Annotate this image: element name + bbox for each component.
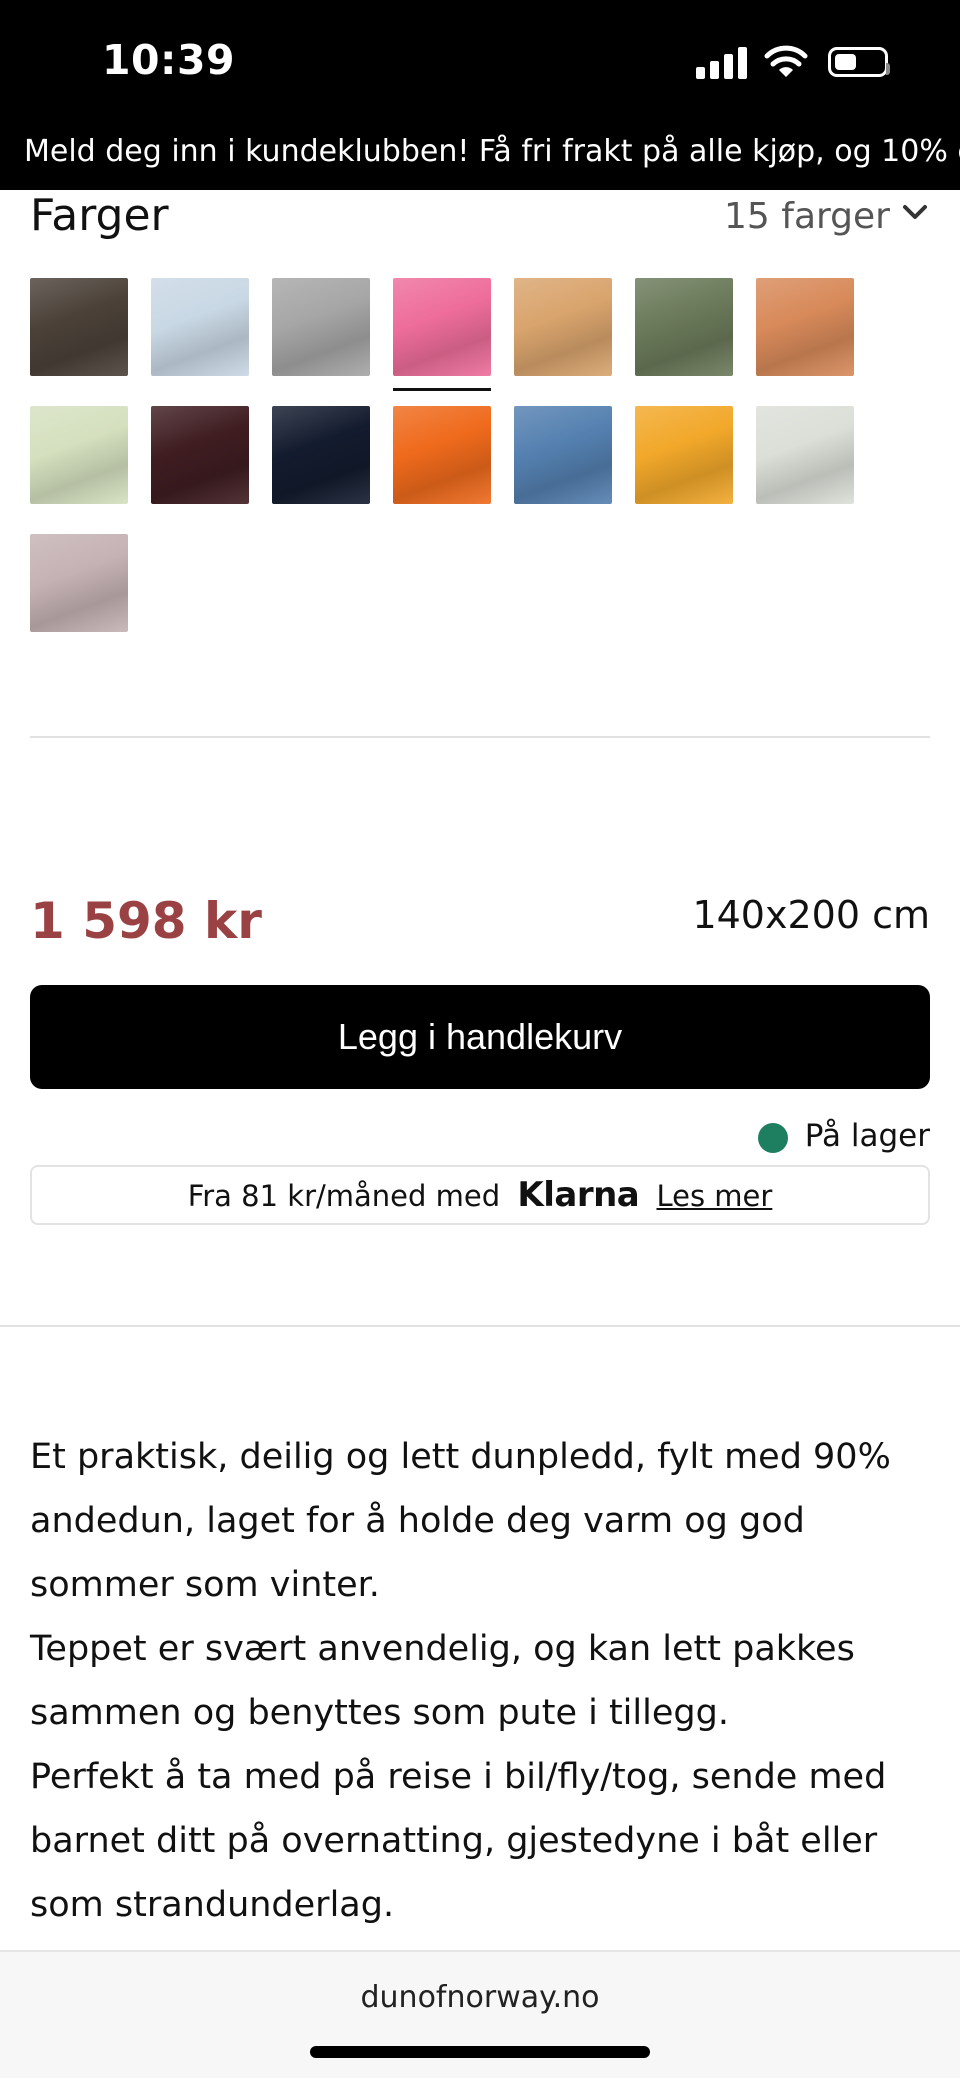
promo-banner[interactable]: Meld deg inn i kundeklubben! Få fri frak… [0,125,960,190]
color-swatch-denim-blue[interactable] [514,406,612,504]
add-to-cart-button[interactable]: Legg i handlekurv [30,985,930,1089]
description-line: Et praktisk, deilig og lett dunpledd, fy… [30,1437,891,1477]
wifi-icon [764,45,808,77]
color-swatch-off-white[interactable] [756,406,854,504]
color-swatch-yellow[interactable] [635,406,733,504]
color-swatch-orange[interactable] [393,406,491,504]
promo-text: Meld deg inn i kundeklubben! Få fri frak… [24,134,960,169]
color-swatch-pink[interactable] [393,278,491,376]
description-line: sammen og benyttes som pute i tillegg. [30,1693,729,1733]
status-bar: 10:39 [0,0,960,125]
chevron-down-icon[interactable] [902,204,928,222]
battery-icon [828,47,890,77]
color-swatch-light-blue[interactable] [151,278,249,376]
home-indicator[interactable] [310,2046,650,2058]
colors-title: Farger [30,190,169,241]
klarna-logo: Klarna [517,1175,640,1215]
cellular-signal-icon [696,47,748,79]
description-line: sommer som vinter. [30,1565,380,1605]
color-swatch-beige[interactable] [514,278,612,376]
colors-count-toggle[interactable]: 15 farger [724,196,890,237]
divider [0,1325,960,1327]
color-swatch-brown[interactable] [30,278,128,376]
klarna-prefix: Fra 81 kr/måned med [187,1179,501,1213]
browser-address-bar[interactable]: dunofnorway.no [0,1950,960,2078]
color-swatch-light-grey[interactable] [272,278,370,376]
description-line: barnet ditt på overnatting, gjestedyne i… [30,1821,878,1861]
stock-label: På lager [804,1118,930,1154]
color-swatch-pale-green[interactable] [30,406,128,504]
colors-header: Farger 15 farger [30,190,930,250]
product-size[interactable]: 140x200 cm [692,893,930,937]
description-line: andedun, laget for å holde deg varm og g… [30,1501,805,1541]
selected-swatch-indicator [393,388,491,391]
description-line: som strandunderlag. [30,1885,395,1925]
klarna-read-more-link[interactable]: Les mer [656,1179,772,1213]
url-text[interactable]: dunofnorway.no [0,1980,960,2015]
color-swatch-burgundy[interactable] [151,406,249,504]
status-time: 10:39 [102,36,236,84]
description-line: Teppet er svært anvendelig, og kan lett … [30,1629,855,1669]
in-stock-dot-icon [758,1123,788,1153]
color-swatch-mauve[interactable] [30,534,128,632]
product-price: 1 598 kr [30,892,262,950]
divider [30,736,930,738]
color-swatch-terracotta[interactable] [756,278,854,376]
color-swatch-navy[interactable] [272,406,370,504]
color-swatch-olive-green[interactable] [635,278,733,376]
product-description: Et praktisk, deilig og lett dunpledd, fy… [30,1425,930,1937]
description-line: Perfekt å ta med på reise i bil/fly/tog,… [30,1757,887,1797]
klarna-financing-box: Fra 81 kr/måned med Klarna Les mer [30,1165,930,1225]
